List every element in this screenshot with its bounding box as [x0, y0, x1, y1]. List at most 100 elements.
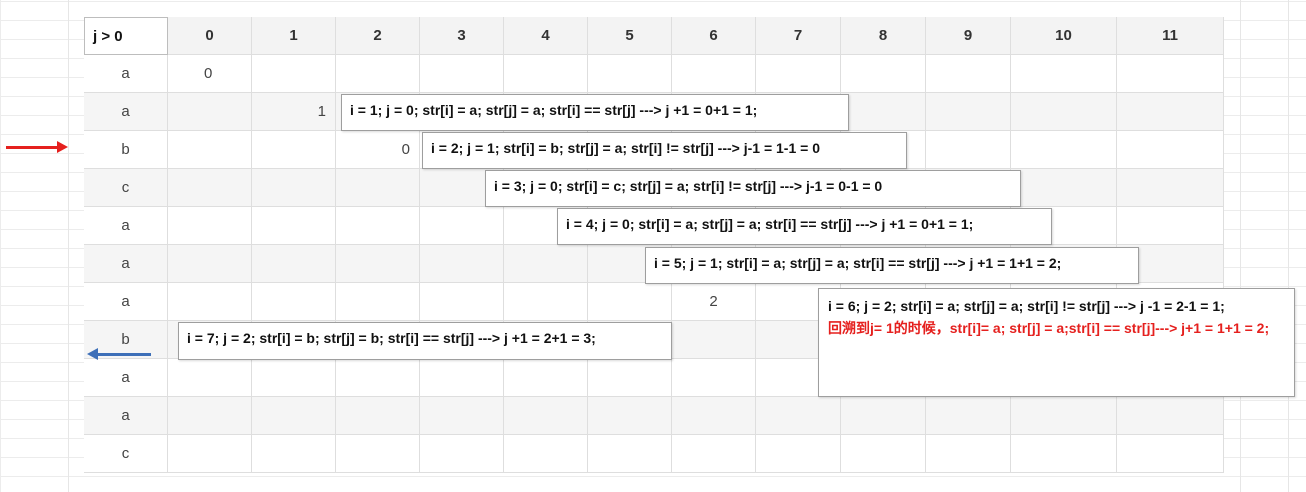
table-cell[interactable]: [252, 207, 336, 245]
table-cell[interactable]: [504, 435, 588, 473]
column-header[interactable]: 5: [588, 17, 672, 55]
column-header[interactable]: 6: [672, 17, 756, 55]
row-label[interactable]: b: [84, 131, 168, 169]
table-cell[interactable]: [1011, 435, 1117, 473]
table-cell[interactable]: [168, 207, 252, 245]
table-cell[interactable]: [1117, 435, 1224, 473]
table-cell[interactable]: [336, 55, 420, 93]
comment-note-i6[interactable]: i = 6; j = 2; str[i] = a; str[j] = a; st…: [818, 288, 1295, 397]
row-label[interactable]: a: [84, 397, 168, 435]
table-cell[interactable]: [420, 245, 504, 283]
table-cell[interactable]: [252, 397, 336, 435]
table-cell[interactable]: [504, 359, 588, 397]
column-header[interactable]: 7: [756, 17, 841, 55]
table-cell[interactable]: [926, 397, 1011, 435]
comment-note-i4[interactable]: i = 4; j = 0; str[i] = a; str[j] = a; st…: [557, 208, 1052, 245]
table-cell[interactable]: [504, 397, 588, 435]
table-cell[interactable]: [1117, 397, 1224, 435]
table-cell[interactable]: [420, 283, 504, 321]
value-cell[interactable]: 0: [336, 131, 420, 169]
table-cell[interactable]: [926, 93, 1011, 131]
column-header[interactable]: 3: [420, 17, 504, 55]
table-cell[interactable]: [588, 283, 672, 321]
comment-note-i1[interactable]: i = 1; j = 0; str[i] = a; str[j] = a; st…: [341, 94, 849, 131]
table-cell[interactable]: [504, 283, 588, 321]
table-cell[interactable]: [588, 359, 672, 397]
table-cell[interactable]: [252, 283, 336, 321]
table-cell[interactable]: [252, 245, 336, 283]
table-cell[interactable]: [1011, 169, 1117, 207]
table-cell[interactable]: [1011, 131, 1117, 169]
table-cell[interactable]: [420, 359, 504, 397]
table-cell[interactable]: [336, 207, 420, 245]
table-cell[interactable]: [588, 55, 672, 93]
column-header[interactable]: 4: [504, 17, 588, 55]
column-header[interactable]: 9: [926, 17, 1011, 55]
table-cell[interactable]: [672, 435, 756, 473]
table-cell[interactable]: [168, 397, 252, 435]
table-cell[interactable]: [336, 245, 420, 283]
table-cell[interactable]: [672, 359, 756, 397]
table-cell[interactable]: [841, 93, 926, 131]
table-cell[interactable]: [926, 131, 1011, 169]
row-label[interactable]: a: [84, 93, 168, 131]
table-cell[interactable]: [252, 55, 336, 93]
table-cell[interactable]: [841, 55, 926, 93]
row-label[interactable]: a: [84, 283, 168, 321]
comment-note-i5[interactable]: i = 5; j = 1; str[i] = a; str[j] = a; st…: [645, 247, 1139, 284]
table-cell[interactable]: [1117, 207, 1224, 245]
comment-note-i7[interactable]: i = 7; j = 2; str[i] = b; str[j] = b; st…: [178, 322, 672, 360]
table-cell[interactable]: [1117, 93, 1224, 131]
table-cell[interactable]: [336, 283, 420, 321]
comment-note-i2[interactable]: i = 2; j = 1; str[i] = b; str[j] = a; st…: [422, 132, 907, 169]
table-cell[interactable]: [1011, 397, 1117, 435]
value-cell[interactable]: 0: [168, 55, 252, 93]
table-cell[interactable]: [168, 245, 252, 283]
table-cell[interactable]: [168, 169, 252, 207]
table-cell[interactable]: [168, 131, 252, 169]
row-label[interactable]: a: [84, 245, 168, 283]
table-cell[interactable]: [588, 397, 672, 435]
table-cell[interactable]: [588, 435, 672, 473]
table-cell[interactable]: [168, 93, 252, 131]
table-cell[interactable]: [504, 55, 588, 93]
table-cell[interactable]: [168, 359, 252, 397]
table-cell[interactable]: [252, 169, 336, 207]
table-cell[interactable]: [420, 207, 504, 245]
table-cell[interactable]: [1011, 93, 1117, 131]
table-cell[interactable]: [926, 55, 1011, 93]
table-cell[interactable]: [252, 359, 336, 397]
table-cell[interactable]: [420, 435, 504, 473]
column-header[interactable]: 1: [252, 17, 336, 55]
column-header[interactable]: 0: [168, 17, 252, 55]
table-cell[interactable]: [672, 321, 756, 359]
value-cell[interactable]: 2: [672, 283, 756, 321]
table-cell[interactable]: [1117, 131, 1224, 169]
table-cell[interactable]: [756, 397, 841, 435]
row-label[interactable]: a: [84, 55, 168, 93]
table-cell[interactable]: [926, 435, 1011, 473]
table-cell[interactable]: [252, 131, 336, 169]
table-cell[interactable]: [168, 435, 252, 473]
table-cell[interactable]: [168, 283, 252, 321]
table-cell[interactable]: [756, 55, 841, 93]
column-header[interactable]: 11: [1117, 17, 1224, 55]
table-cell[interactable]: [841, 435, 926, 473]
table-cell[interactable]: [336, 397, 420, 435]
table-cell[interactable]: [672, 397, 756, 435]
table-cell[interactable]: [756, 435, 841, 473]
table-cell[interactable]: [504, 245, 588, 283]
table-cell[interactable]: [1011, 55, 1117, 93]
column-header[interactable]: 8: [841, 17, 926, 55]
row-label[interactable]: c: [84, 169, 168, 207]
table-cell[interactable]: [420, 55, 504, 93]
table-cell[interactable]: [1117, 55, 1224, 93]
row-label[interactable]: c: [84, 435, 168, 473]
corner-cell[interactable]: j > 0: [84, 17, 168, 55]
table-cell[interactable]: [1117, 169, 1224, 207]
table-cell[interactable]: [841, 397, 926, 435]
table-cell[interactable]: [336, 169, 420, 207]
value-cell[interactable]: 1: [252, 93, 336, 131]
table-cell[interactable]: [420, 397, 504, 435]
table-cell[interactable]: [336, 435, 420, 473]
